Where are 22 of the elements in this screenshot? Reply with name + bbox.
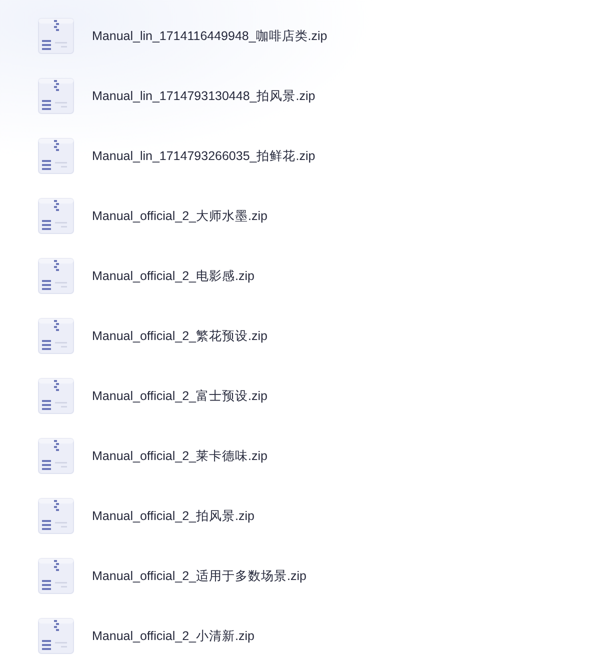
file-name[interactable]: Manual_official_2_富士预设.zip <box>92 388 268 404</box>
file-name[interactable]: Manual_official_2_莱卡德味.zip <box>92 448 268 464</box>
file-name[interactable]: Manual_official_2_小清新.zip <box>92 628 254 644</box>
zip-archive-icon <box>38 78 74 114</box>
file-name[interactable]: Manual_lin_1714116449948_咖啡店类.zip <box>92 28 328 44</box>
zip-archive-icon <box>38 498 74 534</box>
zip-archive-icon <box>38 18 74 54</box>
zip-archive-icon <box>38 198 74 234</box>
zip-archive-icon <box>38 378 74 414</box>
zip-archive-icon <box>38 318 74 354</box>
file-name[interactable]: Manual_lin_1714793266035_拍鲜花.zip <box>92 148 316 164</box>
zip-archive-icon <box>38 258 74 294</box>
zip-archive-icon <box>38 138 74 174</box>
file-name[interactable]: Manual_official_2_大师水墨.zip <box>92 208 268 224</box>
file-name[interactable]: Manual_official_2_繁花预设.zip <box>92 328 268 344</box>
file-name[interactable]: Manual_official_2_拍风景.zip <box>92 508 254 524</box>
zip-archive-icon <box>38 438 74 474</box>
file-name[interactable]: Manual_official_2_适用于多数场景.zip <box>92 568 306 584</box>
zip-archive-icon <box>38 558 74 594</box>
file-name[interactable]: Manual_official_2_电影感.zip <box>92 268 254 284</box>
zip-archive-icon <box>38 618 74 654</box>
file-name[interactable]: Manual_lin_1714793130448_拍风景.zip <box>92 88 316 104</box>
